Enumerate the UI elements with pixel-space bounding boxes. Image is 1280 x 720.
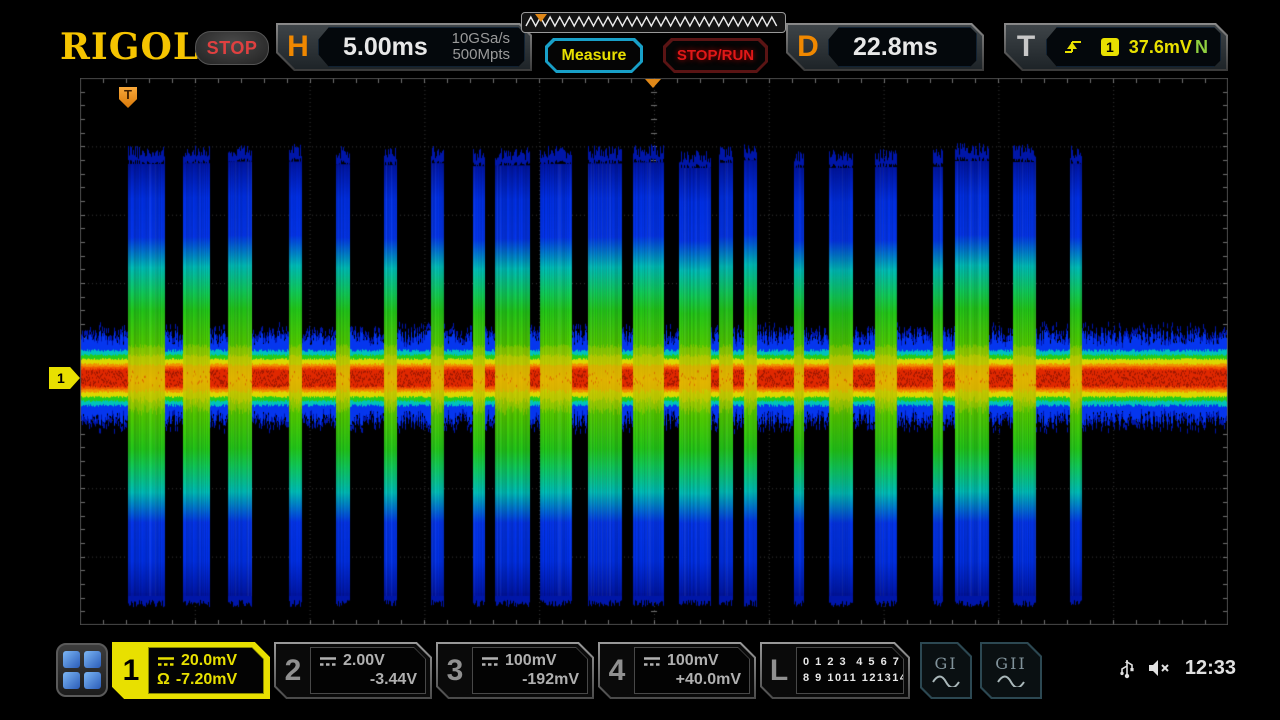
system-clock: 12:33 <box>1185 657 1236 680</box>
channel-2-box[interactable]: 2 2.00V -3.44V <box>274 642 432 699</box>
delay-label: D <box>788 30 828 64</box>
oscilloscope-screen: RIGOL STOP H 5.00ms 10GSa/s 500Mpts Meas… <box>0 0 1280 720</box>
delay-value: 22.8ms <box>853 33 938 62</box>
channel-4-scale: 100mV <box>667 652 719 671</box>
menu-grid-icon <box>63 672 80 689</box>
dc-coupling-icon <box>643 656 661 667</box>
generator-1-button[interactable]: GI <box>920 642 972 699</box>
trigger-level-value: 37.6mV <box>1129 37 1192 58</box>
measure-menu-button[interactable]: Measure <box>545 38 643 73</box>
channel-1-scale: 20.0mV <box>181 652 237 671</box>
sine-wave-icon <box>931 674 961 687</box>
channel-3-scale: 100mV <box>505 652 557 671</box>
channel-4-offset: +40.0mV <box>676 671 741 690</box>
status-bar: 12:33 <box>1119 656 1236 680</box>
channel-2-number: 2 <box>276 644 310 697</box>
generator-2-button[interactable]: GII <box>980 642 1042 699</box>
generator-2-label: GII <box>995 654 1026 673</box>
timebase-panel: 5.00ms 10GSa/s 500Mpts <box>318 27 525 67</box>
menu-grid-icon <box>84 672 101 689</box>
channel-3-number: 3 <box>438 644 472 697</box>
usb-icon[interactable] <box>1119 656 1135 680</box>
channel-4-box[interactable]: 4 100mV +40.0mV <box>598 642 756 699</box>
brand-logo: RIGOL <box>60 26 199 68</box>
trigger-label: T <box>1006 30 1046 64</box>
overview-position-marker[interactable] <box>535 14 547 22</box>
sine-wave-icon <box>996 674 1026 687</box>
dc-coupling-icon <box>157 656 175 667</box>
sound-muted-icon[interactable] <box>1147 658 1173 678</box>
impedance-symbol: Ω <box>157 671 170 690</box>
channel-3-offset: -192mV <box>522 671 579 690</box>
horizontal-position-marker[interactable] <box>645 79 661 88</box>
stop-run-button[interactable]: STOP/RUN <box>663 38 768 73</box>
logic-digits-row2: 8 9 1011 12131415 <box>803 671 897 686</box>
channel-1-number: 1 <box>114 644 148 697</box>
generator-1-label: GI <box>934 654 957 673</box>
horizontal-label: H <box>278 30 318 64</box>
delay-settings-box[interactable]: D 22.8ms <box>786 23 984 71</box>
logic-channels-box[interactable]: L 0 1 2 3 4 5 6 7 8 9 1011 12131415 <box>760 642 910 699</box>
horizontal-settings-box[interactable]: H 5.00ms 10GSa/s 500Mpts <box>276 23 532 71</box>
waveform-display[interactable] <box>80 78 1228 625</box>
run-state-badge: STOP <box>195 31 269 65</box>
menu-grid-icon <box>63 651 80 668</box>
trigger-edge-icon <box>1063 39 1083 55</box>
channel-3-box[interactable]: 3 100mV -192mV <box>436 642 594 699</box>
trigger-source-badge: 1 <box>1101 38 1119 56</box>
channel-2-scale: 2.00V <box>343 652 385 671</box>
logic-digits-row1: 0 1 2 3 4 5 6 7 <box>803 655 897 670</box>
trigger-mode: N <box>1195 37 1208 58</box>
main-menu-button[interactable] <box>56 643 108 697</box>
channel-1-offset: -7.20mV <box>176 671 237 690</box>
trigger-settings-box[interactable]: T 1 37.6mV N <box>1004 23 1228 71</box>
channel1-level-marker[interactable]: 1 <box>49 367 80 389</box>
dc-coupling-icon <box>319 656 337 667</box>
menu-grid-icon <box>84 651 101 668</box>
logic-label: L <box>762 644 796 697</box>
timebase-value: 5.00ms <box>343 33 428 62</box>
dc-coupling-icon <box>481 656 499 667</box>
overview-waveform-icon <box>522 13 781 30</box>
waveform-overview-strip[interactable] <box>521 12 786 33</box>
channel-1-box[interactable]: 1 20.0mV Ω -7.20mV <box>112 642 270 699</box>
channel-4-number: 4 <box>600 644 634 697</box>
acquisition-info: 10GSa/s 500Mpts <box>452 31 510 63</box>
channel-2-offset: -3.44V <box>370 671 417 690</box>
